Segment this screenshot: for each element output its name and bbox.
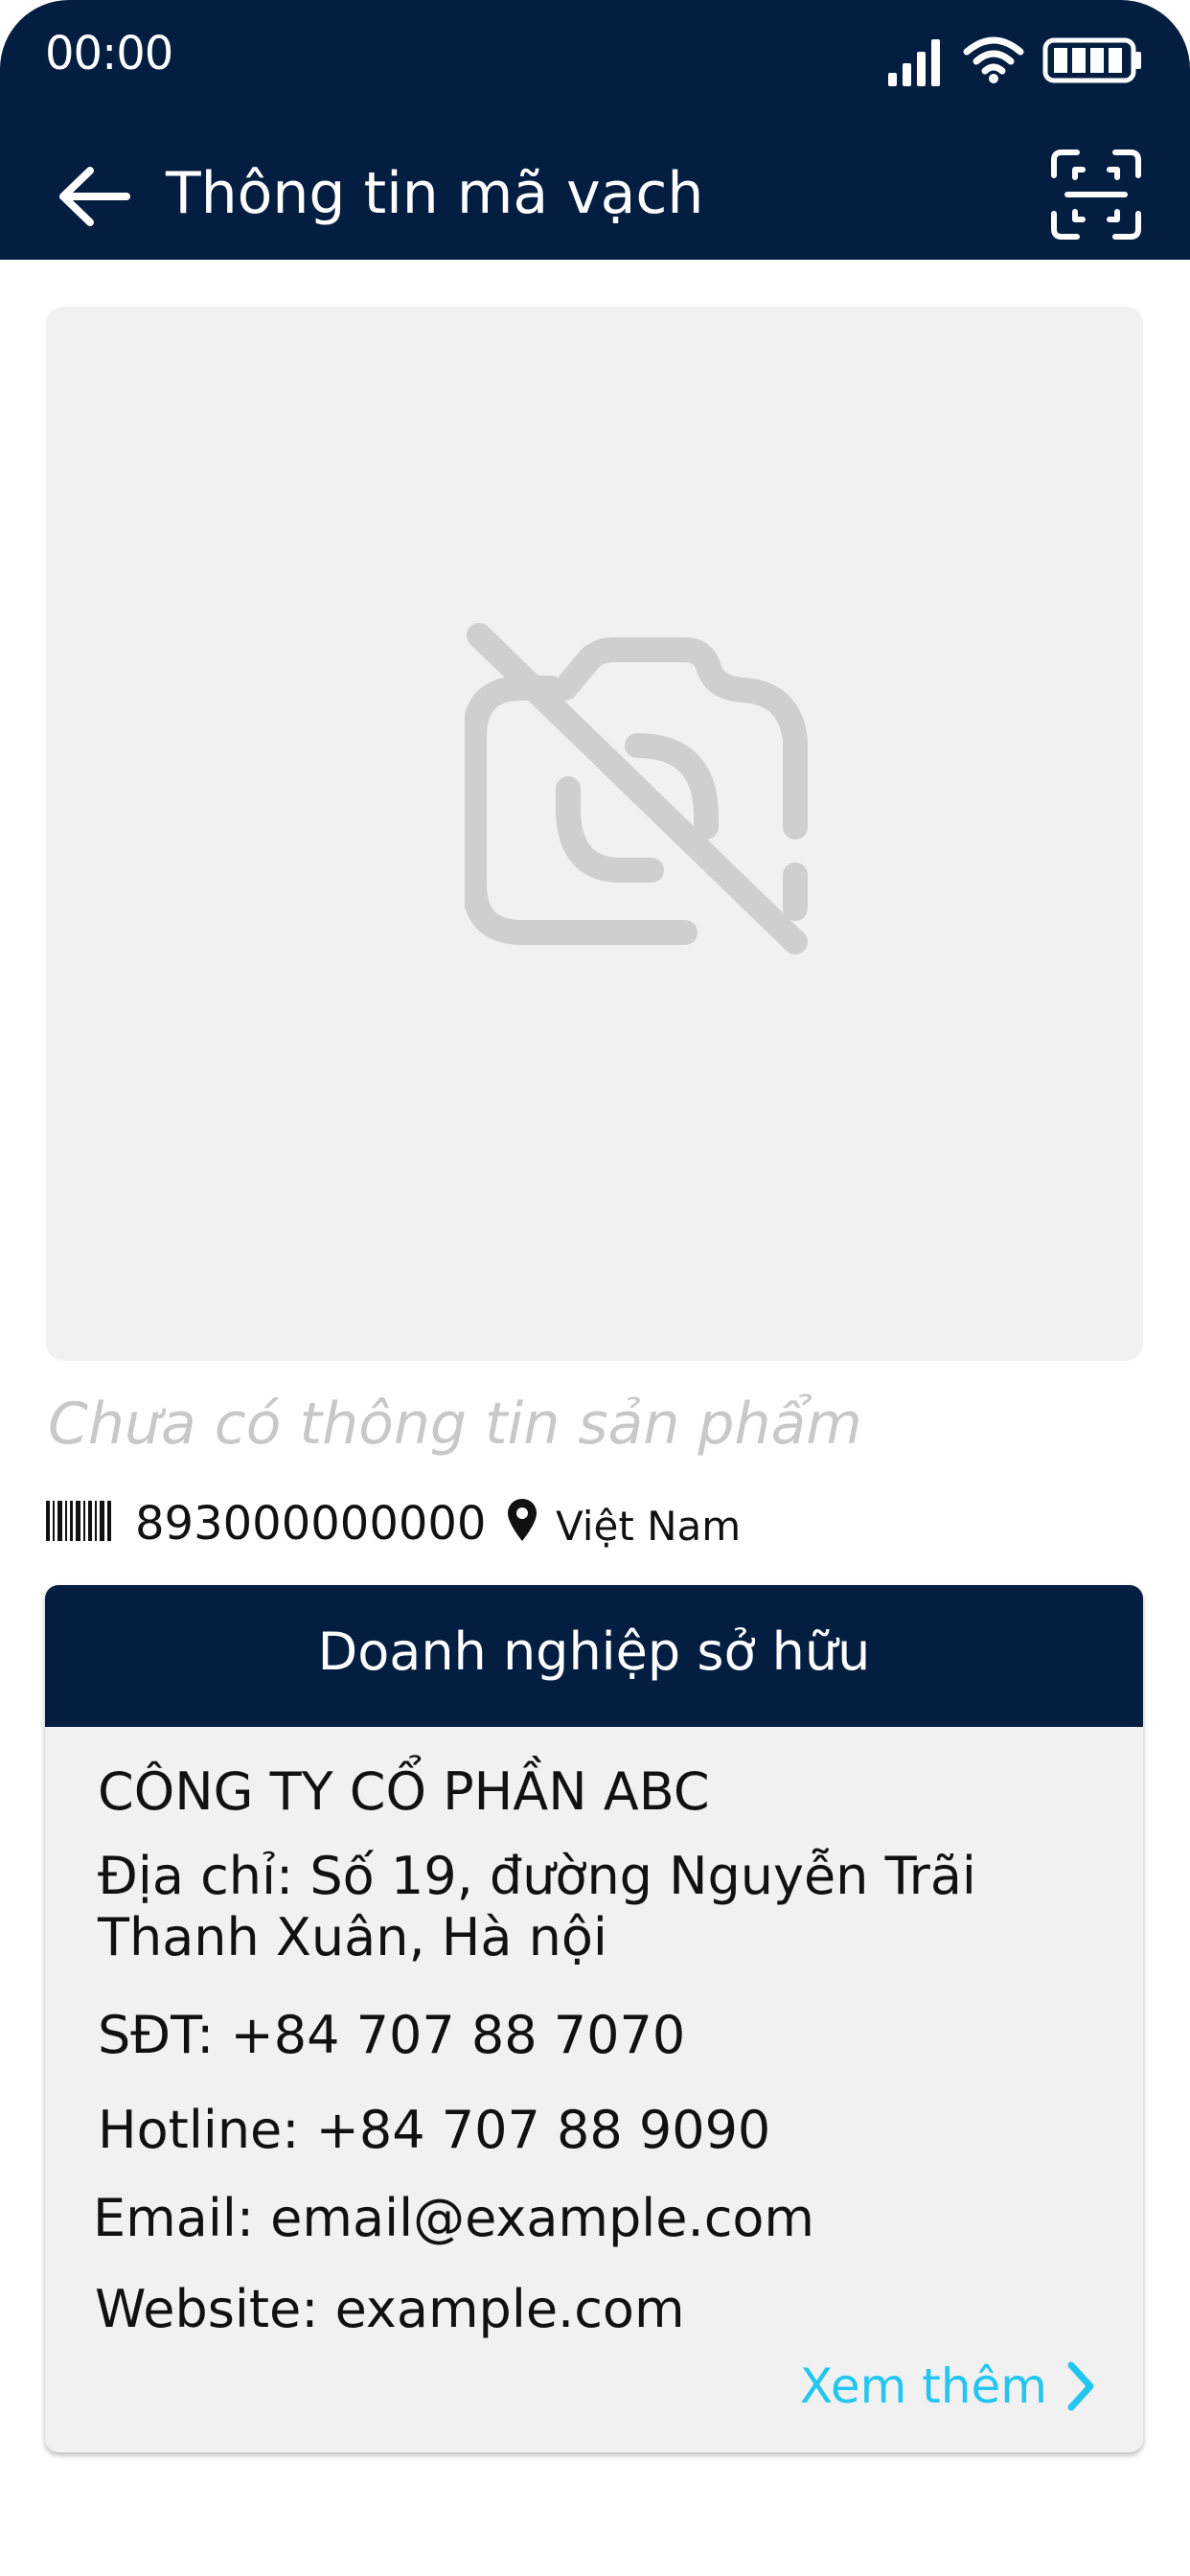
company-address: Địa chỉ: Số 19, đường Nguyễn Trãi Thanh … [98, 1846, 976, 1968]
country-value: Việt Nam [556, 1503, 742, 1550]
signal-icon [888, 39, 940, 86]
scan-frame-icon [1051, 150, 1141, 240]
scan-button[interactable] [1050, 149, 1142, 241]
barcode-icon [46, 1501, 111, 1541]
company-email[interactable]: Email: email@example.com [93, 2188, 814, 2249]
product-image-placeholder [46, 307, 1143, 1361]
owner-section-title: Doanh nghiệp sở hữu [45, 1585, 1143, 1727]
app-header: 00:00 Thông tin mã vạch [0, 0, 1190, 260]
back-button[interactable] [56, 163, 132, 230]
see-more-link[interactable]: Xem thêm [800, 2355, 1095, 2422]
product-name-placeholder: Chưa có thông tin sản phẩm [48, 1391, 862, 1458]
barcode-value: 893000000000 [135, 1497, 487, 1551]
owner-card: Doanh nghiệp sở hữu CÔNG TY CỔ PHẦN ABC … [45, 1585, 1143, 2452]
see-more-label: Xem thêm [799, 2358, 1047, 2414]
company-website[interactable]: Website: example.com [95, 2279, 685, 2340]
page-title: Thông tin mã vạch [166, 160, 704, 227]
no-camera-icon [465, 623, 808, 954]
arrow-left-icon [59, 167, 130, 226]
status-time: 00:00 [45, 27, 173, 80]
company-phone[interactable]: SĐT: +84 707 88 7070 [98, 2005, 685, 2066]
battery-icon [1042, 37, 1141, 83]
location-pin-icon [508, 1499, 537, 1541]
address-line-1: Địa chỉ: Số 19, đường Nguyễn Trãi [98, 1846, 976, 1906]
chevron-right-icon [1067, 2361, 1094, 2411]
company-hotline[interactable]: Hotline: +84 707 88 9090 [98, 2100, 770, 2161]
wifi-icon [963, 36, 1024, 83]
company-name: CÔNG TY CỔ PHẦN ABC [98, 1761, 710, 1822]
address-line-2: Thanh Xuân, Hà nội [98, 1907, 607, 1967]
